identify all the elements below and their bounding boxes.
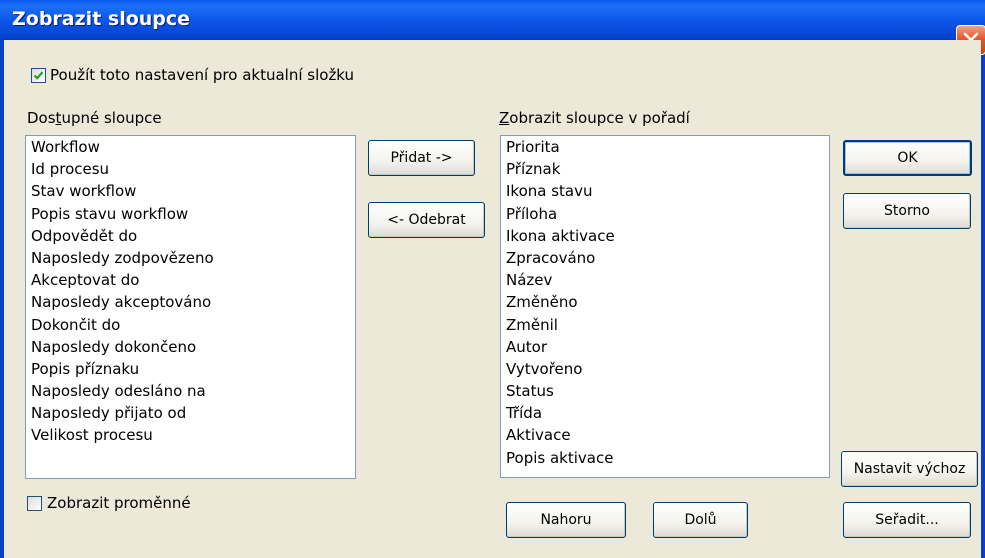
displayed-columns-list[interactable]: Priorita Příznak Ikona stavu Příloha Iko… (500, 135, 830, 478)
list-item[interactable]: Id procesu (26, 158, 355, 180)
list-item[interactable]: Status (501, 380, 829, 402)
set-default-button[interactable]: Nastavit výchoz (841, 451, 978, 487)
checkmark-icon (33, 71, 44, 80)
dialog-body: Použít toto nastavení pro aktualní složk… (4, 40, 981, 558)
list-item[interactable]: Akceptovat do (26, 269, 355, 291)
list-item[interactable]: Dokončit do (26, 314, 355, 336)
remove-button[interactable]: <- Odebrat (368, 202, 485, 238)
show-variables-label[interactable]: Zobrazit proměnné (47, 494, 191, 512)
sort-button[interactable]: Seřadit... (843, 502, 971, 538)
list-item[interactable]: Naposledy dokončeno (26, 336, 355, 358)
use-for-folder-checkbox[interactable] (31, 68, 46, 83)
move-up-button[interactable]: Nahoru (506, 502, 626, 538)
list-item[interactable]: Autor (501, 336, 829, 358)
available-columns-label: Dostupné sloupce (27, 109, 162, 127)
list-item[interactable]: Příloha (501, 203, 829, 225)
add-button[interactable]: Přidat -> (368, 140, 475, 176)
list-item[interactable]: Popis stavu workflow (26, 203, 355, 225)
list-item[interactable]: Naposledy odesláno na (26, 380, 355, 402)
list-item[interactable]: Ikona aktivace (501, 225, 829, 247)
show-variables-checkbox[interactable] (27, 496, 42, 511)
list-item[interactable]: Naposledy přijato od (26, 402, 355, 424)
list-item[interactable]: Změněno (501, 291, 829, 313)
list-item[interactable]: Třída (501, 402, 829, 424)
list-item[interactable]: Zpracováno (501, 247, 829, 269)
list-item[interactable]: Popis příznaku (26, 358, 355, 380)
list-item[interactable]: Aktivace (501, 424, 829, 446)
use-for-folder-label[interactable]: Použít toto nastavení pro aktualní složk… (50, 66, 354, 84)
list-item[interactable]: Naposledy akceptováno (26, 291, 355, 313)
list-item[interactable]: Priorita (501, 136, 829, 158)
cancel-button[interactable]: Storno (843, 193, 971, 229)
list-item[interactable]: Naposledy zodpovězeno (26, 247, 355, 269)
list-item[interactable]: Popis aktivace (501, 447, 829, 469)
title-bar[interactable]: Zobrazit sloupce (0, 0, 985, 40)
window-title: Zobrazit sloupce (12, 8, 191, 30)
available-columns-list[interactable]: Workflow Id procesu Stav workflow Popis … (25, 135, 356, 479)
list-item[interactable]: Název (501, 269, 829, 291)
list-item[interactable]: Velikost procesu (26, 424, 355, 446)
list-item[interactable]: Stav workflow (26, 180, 355, 202)
list-item[interactable]: Vytvořeno (501, 358, 829, 380)
list-item[interactable]: Příznak (501, 158, 829, 180)
list-item[interactable]: Ikona stavu (501, 180, 829, 202)
move-down-button[interactable]: Dolů (653, 502, 748, 538)
list-item[interactable]: Změnil (501, 314, 829, 336)
list-item[interactable]: Workflow (26, 136, 355, 158)
list-item[interactable]: Odpovědět do (26, 225, 355, 247)
displayed-columns-label: Zobrazit sloupce v pořadí (499, 109, 690, 127)
ok-button[interactable]: OK (843, 140, 972, 176)
